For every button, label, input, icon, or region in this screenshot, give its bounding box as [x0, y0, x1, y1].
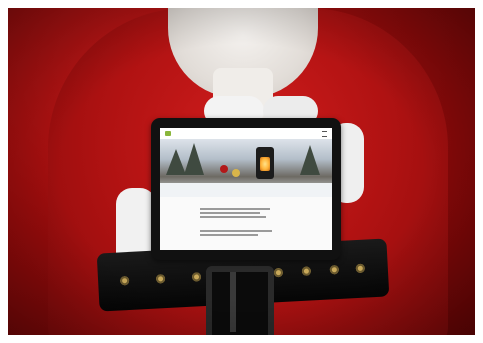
image-frame: [0, 0, 483, 343]
photo-vignette: [8, 8, 475, 335]
santa-photo: [8, 8, 475, 335]
